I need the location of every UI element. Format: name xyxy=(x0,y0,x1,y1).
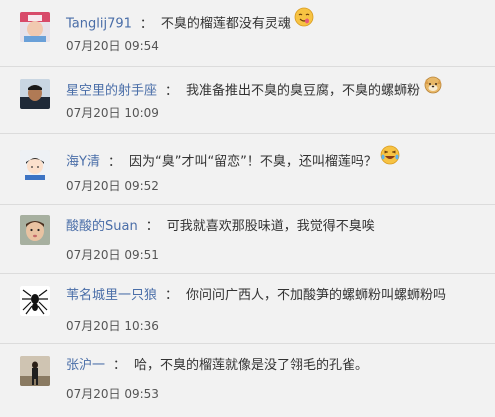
avatar[interactable] xyxy=(20,286,50,316)
username-link[interactable]: 张沪一 xyxy=(66,358,105,373)
separator: ： xyxy=(107,154,121,170)
username-link[interactable]: 酸酸的Suan xyxy=(66,219,138,234)
comment-line: 海Y清 ： 因为“臭”才叫“留恋”！不臭，还叫榴莲吗？ xyxy=(66,145,400,175)
avatar[interactable] xyxy=(20,215,50,245)
comment-timestamp: 07月20日 09:52 xyxy=(66,179,159,193)
comment-item: 苇名城里一只狼 ： 你问问广西人，不加酸笋的螺蛳粉叫螺蛳粉吗 07月20日 10:3… xyxy=(0,274,495,340)
comment-item: 海Y清 ： 因为“臭”才叫“留恋”！不臭，还叫榴莲吗？ 07月20日 09:52 xyxy=(0,134,495,200)
separator: ： xyxy=(139,16,153,32)
separator: ： xyxy=(145,219,159,234)
comment-text: 你问问广西人，不加酸笋的螺蛳粉叫螺蛳粉吗 xyxy=(186,288,447,303)
separator: ： xyxy=(165,288,179,303)
comment-text: 不臭的榴莲都没有灵魂 xyxy=(160,16,291,32)
comment-item: 星空里的射手座 ： 我准备推出不臭的臭豆腐，不臭的螺蛳粉 07月20日 10:09 xyxy=(0,67,495,133)
comment-item: 张沪一 ： 哈，不臭的榴莲就像是没了翎毛的孔雀。 07月20日 09:53 xyxy=(0,344,495,410)
comment-timestamp: 07月20日 09:53 xyxy=(66,387,159,401)
laughing-tears-emoji-icon xyxy=(380,145,400,175)
comment-text: 哈，不臭的榴莲就像是没了翎毛的孔雀。 xyxy=(134,358,369,373)
comment-text: 可我就喜欢那股味道，我觉得不臭唉 xyxy=(166,219,375,234)
username-link[interactable]: 海Y清 xyxy=(66,155,100,170)
comment-timestamp: 07月20日 09:51 xyxy=(66,248,159,262)
avatar[interactable] xyxy=(20,12,50,42)
comment-line: 苇名城里一只狼 ： 你问问广西人，不加酸笋的螺蛳粉叫螺蛳粉吗 xyxy=(66,283,446,309)
doge-emoji-icon xyxy=(423,74,443,104)
username-link[interactable]: Tanglij791 xyxy=(66,17,132,32)
comment-timestamp: 07月20日 10:09 xyxy=(66,106,159,120)
username-link[interactable]: 星空里的射手座 xyxy=(66,84,157,99)
comment-timestamp: 07月20日 10:36 xyxy=(66,319,159,333)
avatar[interactable] xyxy=(20,79,50,109)
yummy-face-emoji-icon xyxy=(294,7,314,37)
username-link[interactable]: 苇名城里一只狼 xyxy=(66,288,157,303)
comment-line: 星空里的射手座 ： 我准备推出不臭的臭豆腐，不臭的螺蛳粉 xyxy=(66,76,443,102)
comment-text: 因为“臭”才叫“留恋”！不臭，还叫榴莲吗？ xyxy=(128,154,377,170)
comment-timestamp: 07月20日 09:54 xyxy=(66,39,159,53)
avatar[interactable] xyxy=(20,150,50,180)
comment-item: Tanglij791 ： 不臭的榴莲都没有灵魂 07月20日 09:54 xyxy=(0,0,495,66)
comment-line: 张沪一 ： 哈，不臭的榴莲就像是没了翎毛的孔雀。 xyxy=(66,353,368,379)
avatar[interactable] xyxy=(20,356,50,386)
comment-text: 我准备推出不臭的臭豆腐，不臭的螺蛳粉 xyxy=(186,83,421,99)
comment-item: 酸酸的Suan ： 可我就喜欢那股味道，我觉得不臭唉 07月20日 09:51 xyxy=(0,205,495,271)
separator: ： xyxy=(165,83,179,99)
comment-line: Tanglij791 ： 不臭的榴莲都没有灵魂 xyxy=(66,7,314,37)
comment-list: Tanglij791 ： 不臭的榴莲都没有灵魂 07月20日 09:54 星空里的射… xyxy=(0,0,495,417)
comment-line: 酸酸的Suan ： 可我就喜欢那股味道，我觉得不臭唉 xyxy=(66,214,375,240)
separator: ： xyxy=(113,358,127,373)
